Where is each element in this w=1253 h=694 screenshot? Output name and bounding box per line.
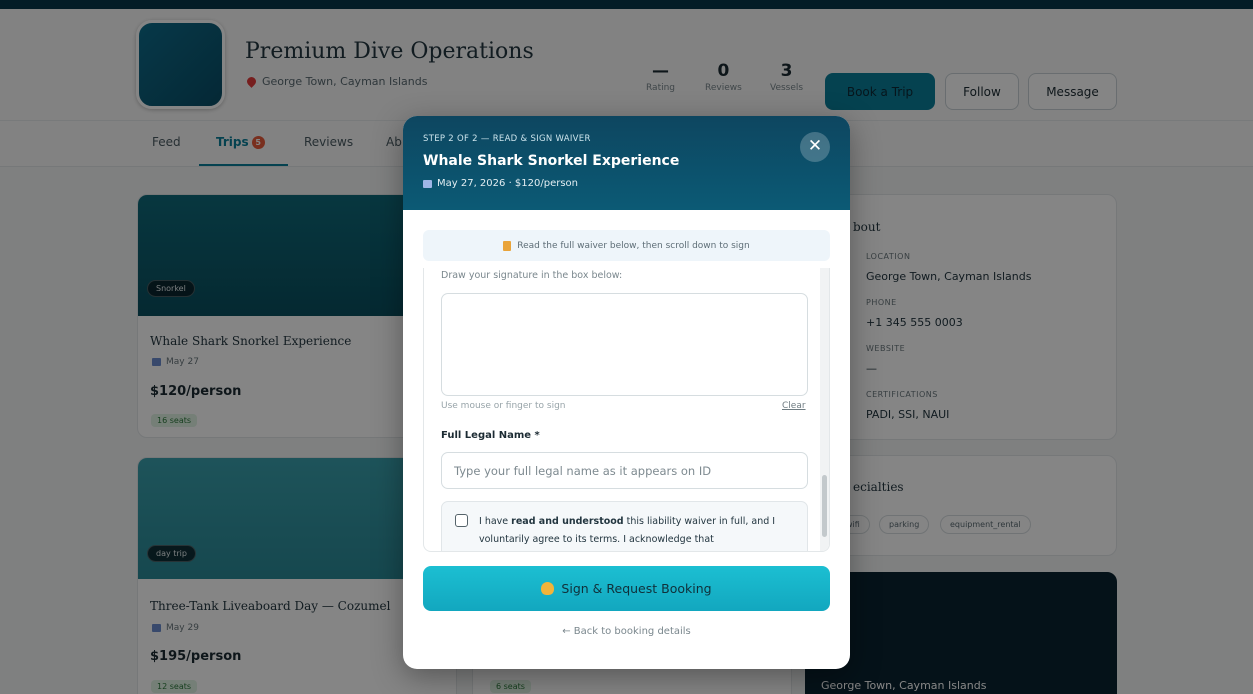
full-name-input[interactable] <box>441 452 808 489</box>
waiver-notice: Read the full waiver below, then scroll … <box>423 230 830 261</box>
scroll-icon <box>503 240 512 251</box>
agreement-text: I have read and understood this liabilit… <box>479 513 799 549</box>
modal-subtitle-text: May 27, 2026 · $120/person <box>437 178 579 189</box>
signature-pad[interactable] <box>441 293 808 396</box>
signature-hint: Use mouse or finger to sign <box>441 401 566 411</box>
agreement-text-bold: read and understood <box>511 516 624 527</box>
waiver-modal: STEP 2 OF 2 — READ & SIGN WAIVER Whale S… <box>403 116 850 669</box>
full-name-label: Full Legal Name * <box>441 430 540 441</box>
waiver-scroll-area[interactable]: Draw your signature in the box below: Us… <box>423 268 830 552</box>
modal-subtitle: May 27, 2026 · $120/person <box>423 178 578 189</box>
agreement-box: I have read and understood this liabilit… <box>441 501 808 551</box>
writing-hand-icon <box>541 582 555 595</box>
modal-header: STEP 2 OF 2 — READ & SIGN WAIVER Whale S… <box>403 116 850 210</box>
signature-label: Draw your signature in the box below: <box>441 270 623 281</box>
scrollbar-track[interactable] <box>820 268 829 551</box>
agreement-text-pre: I have <box>479 516 512 527</box>
back-to-details-link[interactable]: ← Back to booking details <box>403 626 850 637</box>
close-icon[interactable]: ✕ <box>800 132 830 162</box>
calendar-icon <box>423 179 432 188</box>
clear-signature-link[interactable]: Clear <box>782 401 806 411</box>
modal-title: Whale Shark Snorkel Experience <box>423 153 680 169</box>
waiver-notice-text: Read the full waiver below, then scroll … <box>517 240 750 251</box>
step-indicator: STEP 2 OF 2 — READ & SIGN WAIVER <box>423 134 591 144</box>
scrollbar-thumb[interactable] <box>822 475 827 537</box>
sign-request-label: Sign & Request Booking <box>561 581 712 596</box>
sign-request-button[interactable]: Sign & Request Booking <box>423 566 830 611</box>
agree-checkbox[interactable] <box>455 514 468 527</box>
